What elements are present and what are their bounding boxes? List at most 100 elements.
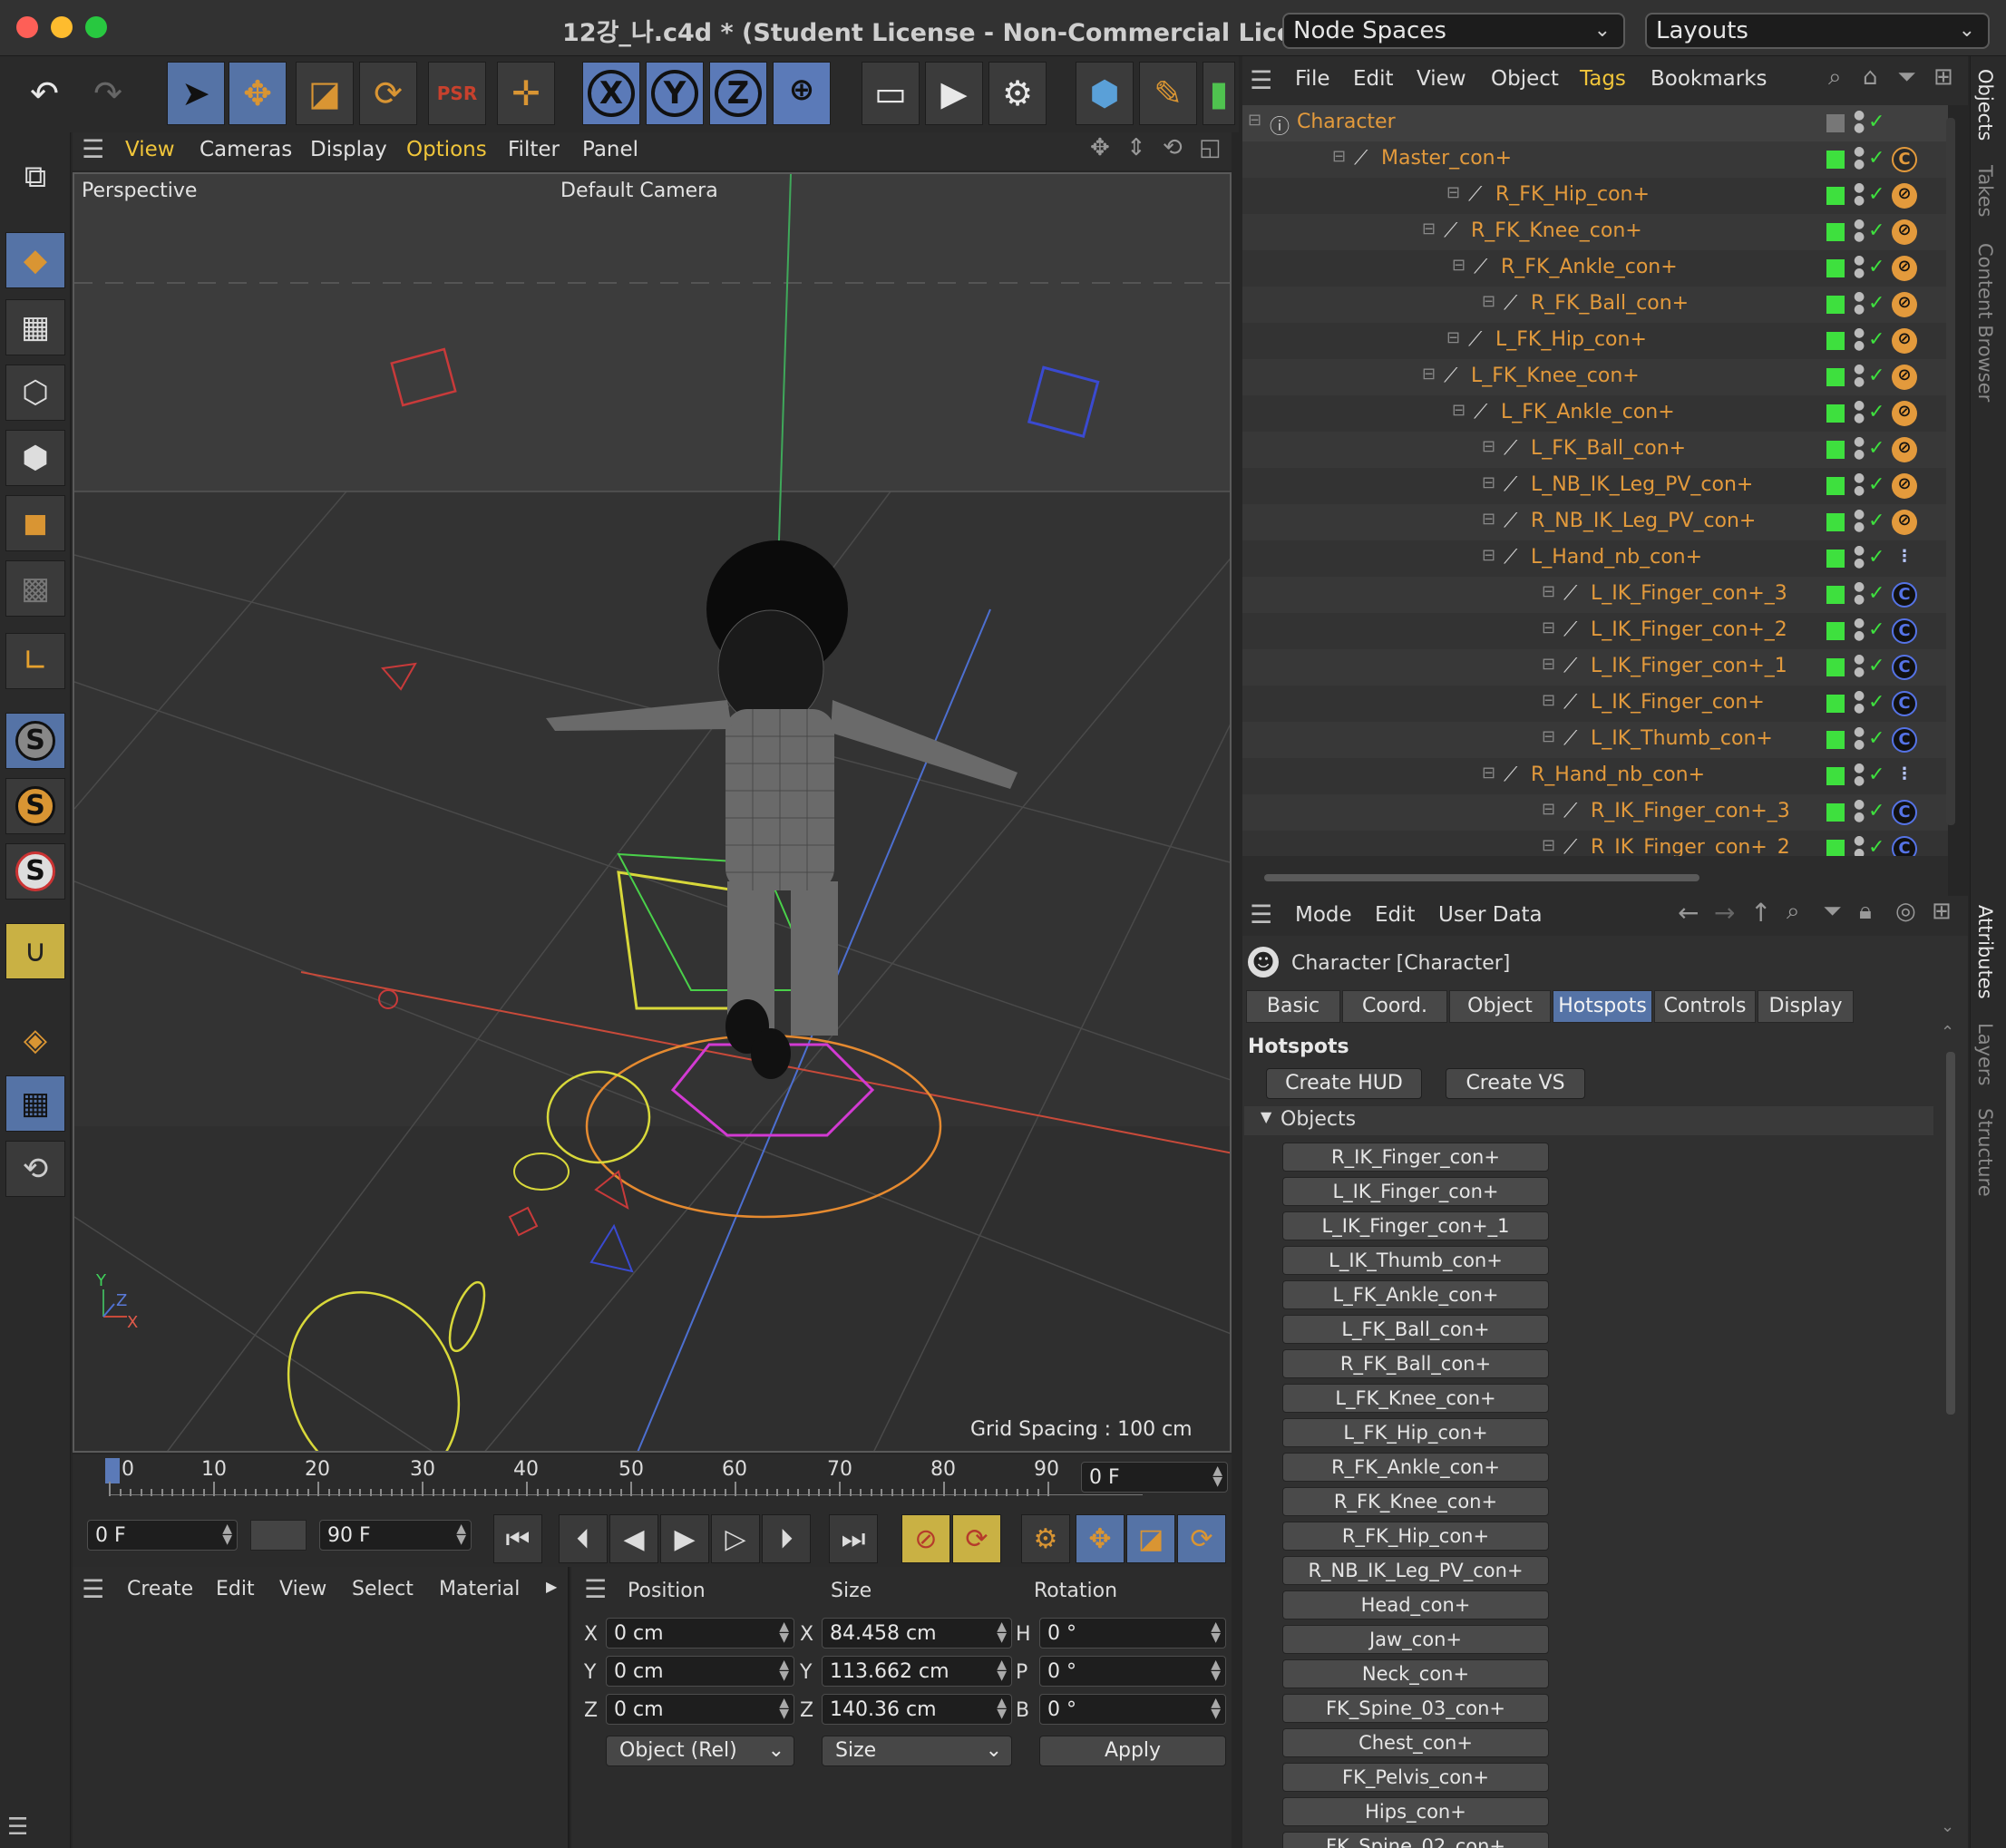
key-position-button[interactable]: ✥	[1076, 1514, 1125, 1563]
hamburger-icon[interactable]: ☰	[1250, 900, 1272, 929]
enabled-check-icon[interactable]: ✓	[1868, 510, 1884, 532]
objmenu-object[interactable]: Object	[1491, 67, 1559, 91]
next-frame-button[interactable]: ▷	[711, 1514, 760, 1563]
layer-color-swatch[interactable]	[1826, 550, 1845, 568]
protection-tag-icon[interactable]: ⊘	[1892, 365, 1917, 390]
hotspot-object-button[interactable]: L_FK_Ankle_con+	[1282, 1280, 1549, 1309]
enabled-check-icon[interactable]: ✓	[1868, 219, 1884, 242]
3d-viewport[interactable]: Y Z X	[73, 172, 1232, 1453]
material-menu-material[interactable]: Material	[439, 1578, 520, 1600]
material-menu-create[interactable]: Create	[127, 1578, 193, 1600]
objmenu-view[interactable]: View	[1417, 67, 1466, 91]
timeline-ruler[interactable]: 0 10 20 30 40 50 60 70 80 90 0 F ▲ ▼	[73, 1454, 1232, 1514]
objmenu-bookmarks[interactable]: Bookmarks	[1651, 67, 1767, 91]
texture-mode-button[interactable]: ▦	[5, 299, 65, 355]
spinner-icon[interactable]: ▲ ▼	[779, 1620, 789, 1644]
spinner-icon[interactable]: ▲ ▼	[779, 1658, 789, 1682]
hamburger-icon[interactable]: ☰	[584, 1574, 607, 1604]
tab-structure[interactable]: Structure	[1974, 1108, 1996, 1197]
hotspot-object-button[interactable]: FK_Spine_03_con+	[1282, 1694, 1549, 1723]
hotspot-object-button[interactable]: L_FK_Hip_con+	[1282, 1418, 1549, 1447]
tree-item-name[interactable]: L_IK_Thumb_con+	[1591, 727, 1773, 750]
protection-tag-icon[interactable]: ⊘	[1892, 256, 1917, 281]
visibility-dots-icon[interactable]: ● ●	[1854, 762, 1865, 787]
tree-row[interactable]: ⊟ ⟋ R_IK_Finger_con+_2 ● ● ✓ C	[1242, 831, 1948, 856]
layer-color-swatch[interactable]	[1826, 513, 1845, 531]
layer-color-swatch[interactable]	[1826, 187, 1845, 205]
position-x-field[interactable]: 0 cm ▲ ▼	[606, 1618, 794, 1649]
go-to-end-button[interactable]: ⏭	[829, 1514, 878, 1563]
spinner-icon[interactable]: ▲ ▼	[1211, 1658, 1221, 1682]
protection-tag-icon[interactable]: ⊘	[1892, 183, 1917, 209]
enabled-check-icon[interactable]: ✓	[1868, 437, 1884, 460]
spinner-icon[interactable]: ▲ ▼	[456, 1522, 466, 1546]
edges-mode-button[interactable]: ⬢	[5, 430, 65, 486]
tree-row[interactable]: ⊟ ⟋ L_IK_Thumb_con+ ● ● ✓ C	[1242, 722, 1948, 758]
hotspot-object-button[interactable]: FK_Spine_02_con+	[1282, 1832, 1549, 1848]
enabled-check-icon[interactable]: ✓	[1868, 836, 1884, 856]
next-key-button[interactable]: ⏵	[762, 1514, 811, 1563]
enabled-check-icon[interactable]: ✓	[1868, 618, 1884, 641]
new-panel-icon[interactable]: ⊞	[1933, 63, 1953, 91]
redo-icon[interactable]: ↷	[82, 62, 134, 125]
hotspot-object-button[interactable]: R_FK_Ball_con+	[1282, 1349, 1549, 1378]
expand-toggle-icon[interactable]: ⊟	[1482, 510, 1495, 529]
tree-row[interactable]: ⊟ ⟋ R_NB_IK_Leg_PV_con+ ● ● ✓ ⊘	[1242, 504, 1948, 540]
layer-color-swatch[interactable]	[1826, 259, 1845, 277]
layer-color-swatch[interactable]	[1826, 477, 1845, 495]
points-mode-button[interactable]: ⬡	[5, 365, 65, 421]
material-menu-select[interactable]: Select	[352, 1578, 414, 1600]
tree-row[interactable]: ⊟ ⟋ R_FK_Knee_con+ ● ● ✓ ⊘	[1242, 214, 1948, 250]
tree-item-name[interactable]: Character	[1297, 111, 1396, 133]
make-editable-button[interactable]: ⧉	[5, 149, 65, 205]
spinner-icon[interactable]: ▲ ▼	[1211, 1620, 1221, 1644]
zoom-window-button[interactable]	[85, 16, 107, 38]
protection-tag-icon[interactable]: ⊘	[1892, 219, 1917, 245]
layer-color-swatch[interactable]	[1826, 223, 1845, 241]
protection-tag-icon[interactable]: ⊘	[1892, 292, 1917, 317]
tree-row[interactable]: ⊟ ⟋ Master_con+ ● ● ✓ C	[1242, 141, 1948, 178]
transform-tool-button[interactable]: ✛	[497, 62, 555, 125]
attrmenu-user-data[interactable]: User Data	[1438, 903, 1543, 927]
spinner-icon[interactable]: ▲ ▼	[1212, 1464, 1222, 1488]
enabled-check-icon[interactable]: ✓	[1868, 147, 1884, 170]
lock-icon[interactable]: 🔒︎	[1859, 898, 1872, 926]
node-tag-icon[interactable]: ⋮	[1892, 764, 1917, 789]
hotspot-object-button[interactable]: R_FK_Ankle_con+	[1282, 1453, 1549, 1482]
tab-content-browser[interactable]: Content Browser	[1974, 243, 1996, 402]
protection-tag-icon[interactable]: ⊘	[1892, 510, 1917, 535]
previous-frame-button[interactable]: ◀	[609, 1514, 658, 1563]
size-x-field[interactable]: 84.458 cm ▲ ▼	[822, 1618, 1012, 1649]
enabled-check-icon[interactable]: ✓	[1868, 727, 1884, 750]
objmenu-tags[interactable]: Tags	[1580, 67, 1626, 91]
spinner-icon[interactable]: ▲ ▼	[997, 1620, 1007, 1644]
tree-row[interactable]: ⊟ ⟋ R_Hand_nb_con+ ● ● ✓ ⋮	[1242, 758, 1948, 794]
visibility-dots-icon[interactable]: ● ●	[1854, 218, 1865, 243]
layouts-select[interactable]: Layouts ⌄	[1645, 13, 1990, 49]
expand-toggle-icon[interactable]: ⊟	[1482, 764, 1495, 783]
visibility-dots-icon[interactable]: ● ●	[1854, 435, 1865, 461]
enabled-check-icon[interactable]: ✓	[1868, 546, 1884, 569]
layer-color-swatch[interactable]	[1826, 368, 1845, 386]
scroll-down-icon[interactable]: ⌄	[1941, 1817, 1954, 1836]
tree-item-name[interactable]: L_IK_Finger_con+	[1591, 691, 1765, 714]
tree-row[interactable]: ⊟ ⟋ R_IK_Finger_con+_3 ● ● ✓ C	[1242, 794, 1948, 831]
enabled-check-icon[interactable]: ✓	[1868, 365, 1884, 387]
constraint-tag-icon[interactable]: C	[1892, 147, 1917, 172]
forward-arrow-icon[interactable]: →	[1714, 898, 1735, 928]
enabled-check-icon[interactable]: ✓	[1868, 401, 1884, 423]
hamburger-icon[interactable]: ☰	[7, 1814, 28, 1841]
scroll-up-icon[interactable]: ⌃	[1941, 1023, 1954, 1042]
select-tool-button[interactable]: ➤	[167, 62, 225, 125]
rotate-tool-button[interactable]: ⟳	[359, 62, 417, 125]
enabled-check-icon[interactable]: ✓	[1868, 473, 1884, 496]
hamburger-icon[interactable]: ☰	[82, 134, 104, 164]
hotspot-object-button[interactable]: R_IK_Finger_con+	[1282, 1143, 1549, 1172]
snap-mode-button[interactable]: S	[5, 843, 65, 900]
tree-item-name[interactable]: R_FK_Knee_con+	[1471, 219, 1642, 242]
keyframe-selection-button[interactable]: ⚙	[1021, 1514, 1070, 1563]
visibility-dots-icon[interactable]: ● ●	[1854, 326, 1865, 352]
expand-toggle-icon[interactable]: ⊟	[1482, 473, 1495, 492]
constraint-tag-icon[interactable]: C	[1892, 691, 1917, 716]
constraint-tag-icon[interactable]: C	[1892, 727, 1917, 753]
